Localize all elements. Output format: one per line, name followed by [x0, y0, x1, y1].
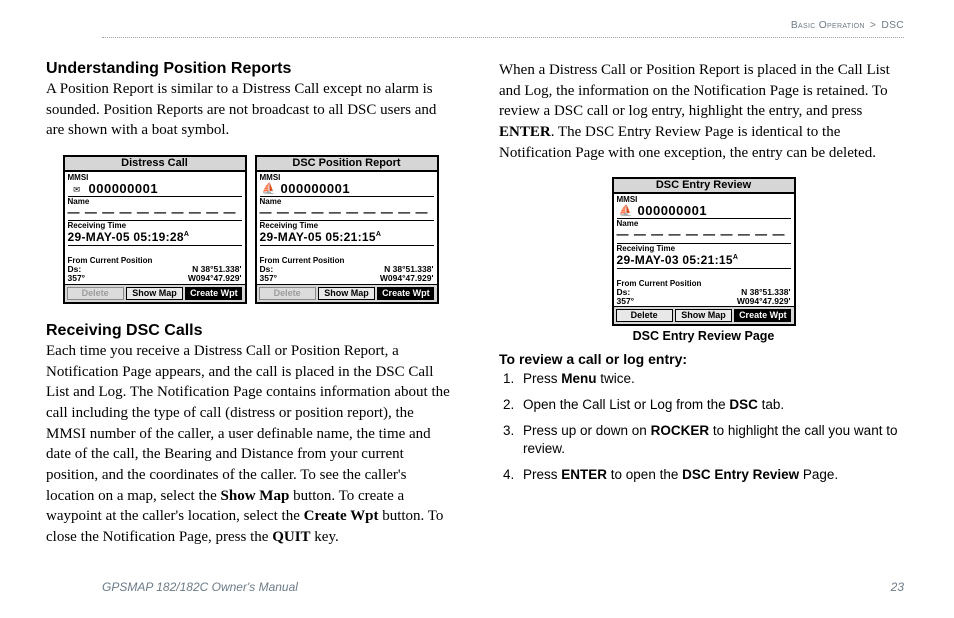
- fig-b-title: DSC Position Report: [257, 157, 437, 172]
- manual-page: Basic Operation > DSC Understanding Posi…: [0, 0, 954, 618]
- fig-c-time-label: Receiving Time: [617, 245, 791, 253]
- content-columns: Understanding Position Reports A Positio…: [46, 30, 908, 562]
- envelope-icon: ✉: [68, 182, 86, 195]
- fig-b-name: — — — — — — — — — —: [260, 206, 434, 221]
- figure-position-report: DSC Position Report MMSI ⛵ 000000001 Nam…: [255, 155, 439, 304]
- fig-a-mmsi: 000000001: [89, 182, 159, 195]
- figure-entry-review-wrap: DSC Entry Review MMSI ⛵ 000000001 Name —…: [499, 177, 908, 343]
- breadcrumb: Basic Operation > DSC: [791, 20, 904, 31]
- fig-c-buttons: Delete Show Map Create Wpt: [614, 306, 794, 324]
- breadcrumb-page: DSC: [881, 20, 904, 31]
- fig-c-createwpt-button[interactable]: Create Wpt: [734, 309, 791, 322]
- step-3: Press up or down on ROCKER to highlight …: [499, 422, 908, 458]
- fig-c-time: 29-MAY-03 05:21:15A: [617, 253, 791, 269]
- fig-a-buttons: Delete Show Map Create Wpt: [65, 284, 245, 302]
- step-2: Open the Call List or Log from the DSC t…: [499, 396, 908, 414]
- fig-c-name: — — — — — — — — — —: [617, 228, 791, 243]
- heading-receiving-calls: Receiving DSC Calls: [46, 322, 455, 340]
- para-review-intro: When a Distress Call or Position Report …: [499, 60, 908, 163]
- fig-a-title: Distress Call: [65, 157, 245, 172]
- step-4: Press ENTER to open the DSC Entry Review…: [499, 466, 908, 484]
- fig-a-showmap-button[interactable]: Show Map: [126, 287, 183, 300]
- fig-c-title: DSC Entry Review: [614, 179, 794, 194]
- fig-c-showmap-button[interactable]: Show Map: [675, 309, 732, 322]
- fig-c-caption: DSC Entry Review Page: [633, 329, 775, 343]
- header-rule: [102, 37, 904, 38]
- figure-row: Distress Call MMSI ✉ 000000001 Name — — …: [46, 155, 455, 304]
- figure-distress-call: Distress Call MMSI ✉ 000000001 Name — — …: [63, 155, 247, 304]
- fig-a-delete-button[interactable]: Delete: [67, 287, 124, 300]
- boat-icon: ⛵: [617, 204, 635, 217]
- fig-a-time-label: Receiving Time: [68, 222, 242, 230]
- steps-list: Press Menu twice. Open the Call List or …: [499, 370, 908, 484]
- breadcrumb-sep: >: [868, 20, 878, 31]
- steps-title: To review a call or log entry:: [499, 351, 908, 367]
- heading-position-reports: Understanding Position Reports: [46, 60, 455, 78]
- page-footer: GPSMAP 182/182C Owner's Manual 23: [102, 580, 904, 594]
- para-receiving-calls: Each time you receive a Distress Call or…: [46, 341, 455, 548]
- para-position-reports: A Position Report is similar to a Distre…: [46, 79, 455, 141]
- fig-b-time: 29-MAY-05 05:21:15A: [260, 230, 434, 246]
- fig-c-mmsi: 000000001: [638, 204, 708, 217]
- right-column: When a Distress Call or Position Report …: [499, 60, 908, 562]
- fig-a-time: 29-MAY-05 05:19:28A: [68, 230, 242, 246]
- left-column: Understanding Position Reports A Positio…: [46, 60, 455, 562]
- fig-c-delete-button[interactable]: Delete: [616, 309, 673, 322]
- footer-title: GPSMAP 182/182C Owner's Manual: [102, 580, 298, 594]
- footer-page-number: 23: [891, 580, 904, 594]
- fig-a-name: — — — — — — — — — —: [68, 206, 242, 221]
- fig-b-delete-button[interactable]: Delete: [259, 287, 316, 300]
- fig-b-mmsi: 000000001: [281, 182, 351, 195]
- fig-a-position: Ds:357° N 38°51.338'W094°47.929': [68, 265, 242, 284]
- step-1: Press Menu twice.: [499, 370, 908, 388]
- fig-b-position: Ds:357° N 38°51.338'W094°47.929': [260, 265, 434, 284]
- fig-b-showmap-button[interactable]: Show Map: [318, 287, 375, 300]
- boat-icon: ⛵: [260, 182, 278, 195]
- fig-b-createwpt-button[interactable]: Create Wpt: [377, 287, 434, 300]
- fig-b-time-label: Receiving Time: [260, 222, 434, 230]
- fig-b-buttons: Delete Show Map Create Wpt: [257, 284, 437, 302]
- fig-a-createwpt-button[interactable]: Create Wpt: [185, 287, 242, 300]
- breadcrumb-section: Basic Operation: [791, 20, 865, 31]
- figure-entry-review: DSC Entry Review MMSI ⛵ 000000001 Name —…: [612, 177, 796, 326]
- fig-c-position: Ds:357° N 38°51.338'W094°47.929': [617, 288, 791, 307]
